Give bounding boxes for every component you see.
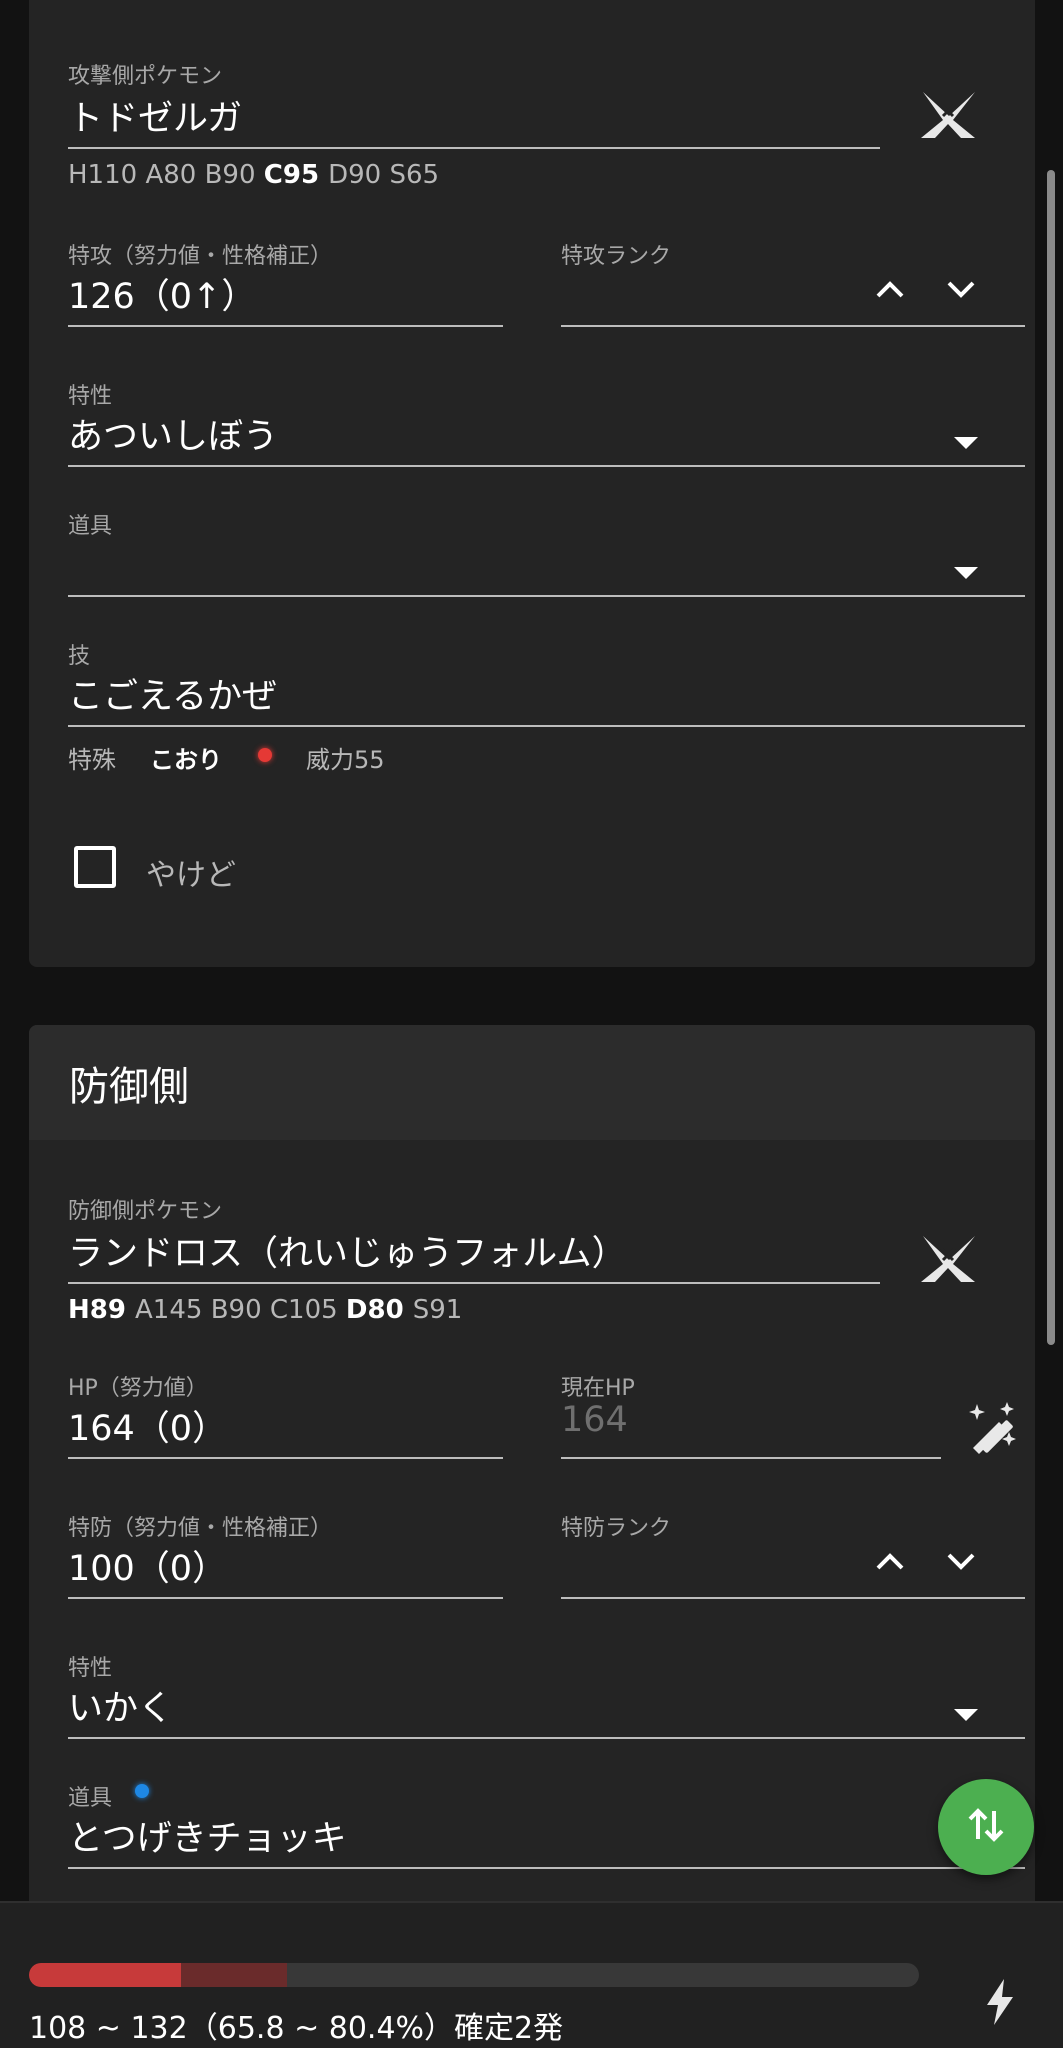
chevron-up-icon[interactable] <box>875 1550 905 1572</box>
attacker-pokemon-label: 攻撃側ポケモン <box>68 64 223 89</box>
spatk-input[interactable]: 126（0↑） <box>68 268 256 319</box>
current-hp-underline <box>561 1457 941 1459</box>
swap-sides-button[interactable] <box>938 1779 1034 1875</box>
move-underline <box>68 725 1025 727</box>
move-category: 特殊 <box>68 746 116 774</box>
result-bar: 108 ~ 132（65.8 ~ 80.4%）確定2発 <box>0 1901 1063 2048</box>
move-power: 威力55 <box>306 746 385 774</box>
move-input[interactable]: こごえるかぜ <box>68 668 277 719</box>
stat-h: H110 <box>68 160 146 190</box>
crossed-swords-icon[interactable] <box>919 1234 977 1288</box>
stat-s: S65 <box>389 160 440 190</box>
def-item-select[interactable]: とつげきチョッキ <box>68 1810 347 1861</box>
damage-progress <box>29 1963 919 1987</box>
spdef-underline <box>68 1597 503 1599</box>
spdef-label: 特防（努力値・性格補正） <box>68 1516 333 1541</box>
stat-a: A145 <box>135 1295 211 1325</box>
move-type-dot <box>258 748 272 762</box>
attacker-pokemon-underline <box>68 147 880 149</box>
stat-d: D90 <box>328 160 390 190</box>
stat-b: B90 <box>210 1295 270 1325</box>
lightning-icon[interactable] <box>985 1979 1015 2029</box>
dropdown-arrow-icon[interactable] <box>954 1709 978 1721</box>
spatk-rank-underline <box>561 325 1025 327</box>
burn-checkbox[interactable] <box>74 846 116 888</box>
current-hp-input[interactable]: 164 <box>561 1400 628 1440</box>
attacker-pokemon-input[interactable]: トドゼルガ <box>68 90 242 141</box>
attacker-card: 攻撃側ポケモン トドゼルガ H110 A80 B90 C95 D90 S65 特… <box>29 0 1035 967</box>
def-item-underline <box>68 1867 1025 1869</box>
defender-pokemon-underline <box>68 1282 880 1284</box>
chevron-down-icon[interactable] <box>946 1550 976 1572</box>
move-type: こおり <box>150 746 222 774</box>
item-label: 道具 <box>68 514 113 539</box>
chevron-up-icon[interactable] <box>875 278 905 300</box>
def-item-label: 道具 <box>68 1786 113 1811</box>
spdef-rank-underline <box>561 1597 1025 1599</box>
chevron-down-icon[interactable] <box>946 278 976 300</box>
stat-h: H89 <box>68 1295 135 1325</box>
damage-min-fill <box>29 1963 181 1987</box>
spdef-rank-label: 特防ランク <box>561 1516 672 1541</box>
spdef-input[interactable]: 100（0） <box>68 1540 227 1591</box>
def-item-dot <box>135 1784 149 1798</box>
burn-label: やけど <box>146 858 236 893</box>
spatk-underline <box>68 325 503 327</box>
dropdown-arrow-icon[interactable] <box>954 437 978 449</box>
hp-input[interactable]: 164（0） <box>68 1400 227 1451</box>
stat-d: D80 <box>345 1295 413 1325</box>
stat-s: S91 <box>412 1295 463 1325</box>
def-ability-select[interactable]: いかく <box>68 1680 173 1731</box>
ability-select[interactable]: あついしぼう <box>68 408 278 459</box>
stat-c: C95 <box>263 160 329 190</box>
ability-label: 特性 <box>68 384 113 409</box>
item-underline <box>68 595 1025 597</box>
defender-base-stats: H89 A145 B90 C105 D80 S91 <box>68 1295 462 1325</box>
spatk-label: 特攻（努力値・性格補正） <box>68 244 333 269</box>
defender-card: 防御側 防御側ポケモン ランドロス（れいじゅうフォルム） H89 A145 B9… <box>29 1025 1035 2048</box>
stat-a: A80 <box>145 160 205 190</box>
defender-pokemon-input[interactable]: ランドロス（れいじゅうフォルム） <box>68 1225 627 1276</box>
attacker-base-stats: H110 A80 B90 C95 D90 S65 <box>68 160 439 190</box>
crossed-swords-icon[interactable] <box>919 90 977 144</box>
scrollbar[interactable] <box>1047 170 1055 1345</box>
ability-underline <box>68 465 1025 467</box>
stat-c: C105 <box>269 1295 346 1325</box>
defender-pokemon-label: 防御側ポケモン <box>68 1199 223 1224</box>
hp-underline <box>68 1457 503 1459</box>
defender-section-title: 防御側 <box>69 1063 189 1110</box>
stat-b: B90 <box>204 160 264 190</box>
damage-result-text: 108 ~ 132（65.8 ~ 80.4%）確定2発 <box>29 2011 564 2046</box>
def-ability-underline <box>68 1737 1025 1739</box>
swap-vertical-icon <box>966 1805 1006 1849</box>
magic-wand-icon[interactable] <box>963 1400 1019 1460</box>
def-ability-label: 特性 <box>68 1656 113 1681</box>
defender-header: 防御側 <box>29 1025 1035 1140</box>
hp-label: HP（努力値） <box>68 1376 208 1401</box>
dropdown-arrow-icon[interactable] <box>954 567 978 579</box>
spatk-rank-label: 特攻ランク <box>561 244 672 269</box>
move-label: 技 <box>68 644 91 669</box>
current-hp-label: 現在HP <box>561 1376 635 1401</box>
